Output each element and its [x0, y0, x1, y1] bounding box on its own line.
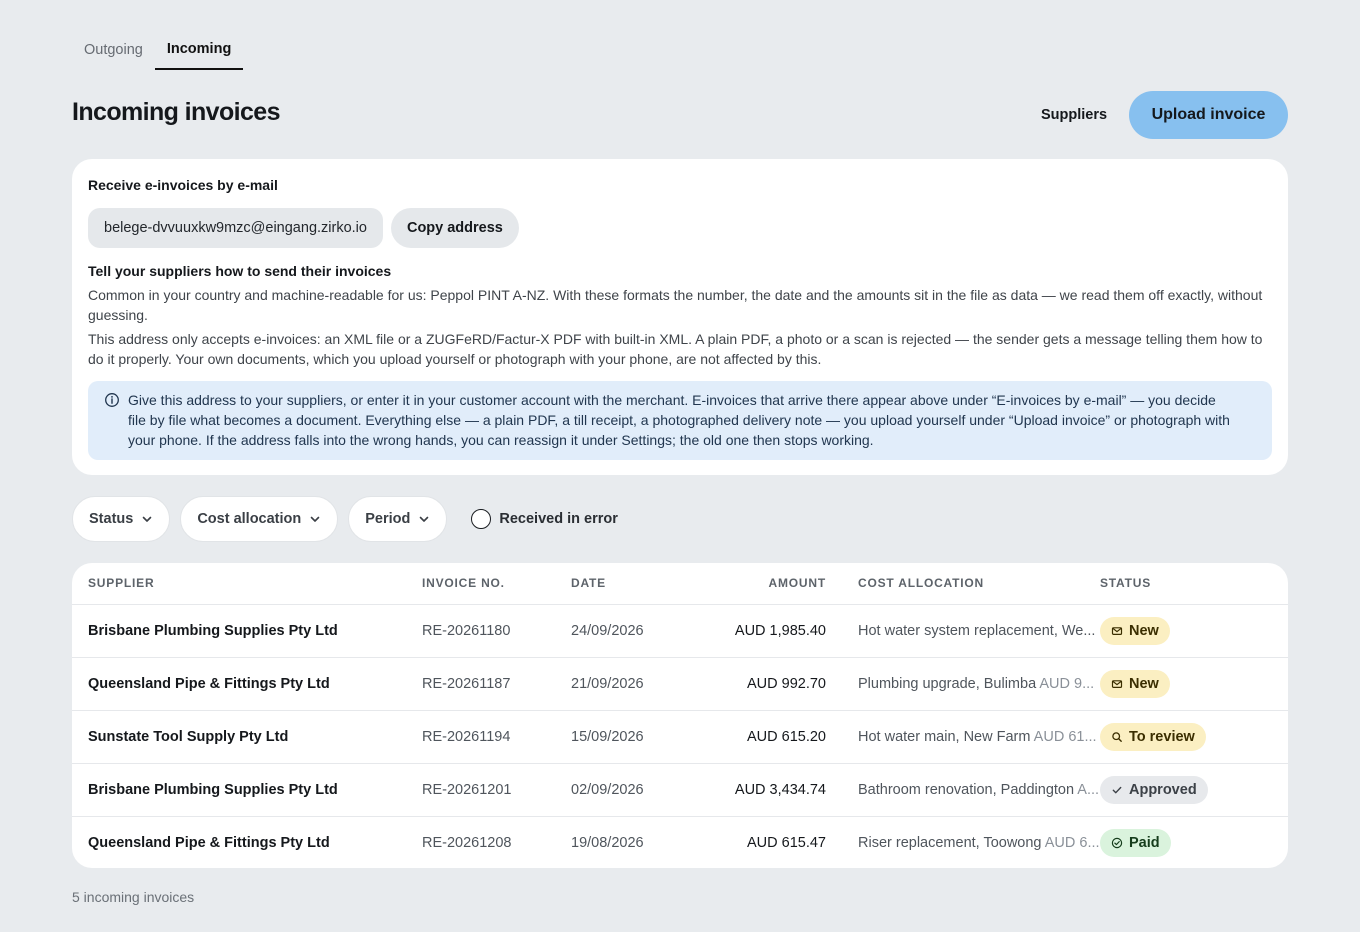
check-icon: [1112, 786, 1122, 793]
mail-icon: [1111, 626, 1123, 635]
status-badge-label: Approved: [1129, 781, 1197, 798]
amount-cell: AUD 1,985.40: [686, 604, 826, 658]
status-badge: New: [1100, 669, 1170, 698]
status-badge: Approved: [1100, 775, 1208, 804]
status-cell: Paid: [1100, 816, 1288, 868]
mail-icon: [1111, 679, 1123, 688]
table-row[interactable]: Queensland Pipe & Fittings Pty Ltd RE-20…: [72, 816, 1288, 868]
email-card-heading: Receive e-invoices by e-mail: [88, 177, 278, 193]
status-cell: New: [1100, 604, 1288, 658]
info-circle-icon: [105, 393, 119, 407]
chevron-down-icon: [310, 516, 320, 522]
received-in-error-checkbox[interactable]: [471, 509, 492, 529]
date-cell: 21/09/2026: [571, 657, 686, 711]
status-filter-label: Status: [89, 511, 134, 527]
tab-incoming[interactable]: Incoming: [154, 30, 244, 70]
status-badge-label: New: [1129, 622, 1159, 639]
status-filter[interactable]: Status: [72, 496, 171, 542]
date-cell: 24/09/2026: [571, 604, 686, 658]
status-badge-label: New: [1129, 675, 1159, 692]
filter-bar: Status Cost allocation Period Received i…: [72, 496, 618, 542]
amount-cell: AUD 992.70: [686, 657, 826, 711]
search-icon: [1112, 731, 1122, 742]
cost-allocation-cell: Bathroom renovation, Paddington A...: [826, 763, 1100, 817]
cost-allocation-text: Hot water system replacement, We...: [858, 622, 1096, 639]
cost-allocation-text: Hot water main, New Farm: [858, 728, 1031, 745]
column-header-amount[interactable]: AMOUNT: [686, 563, 826, 605]
cost-allocation-amount: AUD 6...: [1044, 834, 1100, 851]
invoice-count: 5 incoming invoices: [72, 889, 195, 905]
cost-allocation-amount: AUD 61...: [1033, 728, 1097, 745]
status-cell: To review: [1100, 710, 1288, 764]
status-badge: Paid: [1100, 828, 1171, 857]
invoices-table: SUPPLIER INVOICE NO. DATE AMOUNT COST AL…: [72, 563, 1288, 868]
supplier-cell: Queensland Pipe & Fittings Pty Ltd: [72, 657, 422, 711]
supplier-cell: Sunstate Tool Supply Pty Ltd: [72, 710, 422, 764]
invoice-number-cell: RE-20261208: [422, 834, 512, 851]
date-cell: 02/09/2026: [571, 763, 686, 817]
cost-allocation-cell: Hot water system replacement, We...: [826, 604, 1100, 658]
column-header-invoice-no[interactable]: INVOICE NO.: [422, 563, 571, 605]
cost-allocation-filter[interactable]: Cost allocation: [180, 496, 339, 542]
date-cell: 15/09/2026: [571, 710, 686, 764]
chevron-down-icon: [143, 516, 152, 522]
table-header-row: SUPPLIER INVOICE NO. DATE AMOUNT COST AL…: [72, 563, 1288, 605]
received-in-error-toggle[interactable]: Received in error: [471, 509, 618, 529]
cost-allocation-text: Bathroom renovation, Paddington: [858, 781, 1075, 798]
received-in-error-label: Received in error: [499, 511, 618, 527]
status-badge-label: Paid: [1129, 834, 1160, 851]
amount-cell: AUD 3,434.74: [686, 763, 826, 817]
amount-cell: AUD 615.47: [747, 834, 826, 851]
column-header-cost-allocation[interactable]: COST ALLOCATION: [826, 563, 1100, 605]
cost-allocation-cell: Plumbing upgrade, Bulimba AUD 9...: [826, 657, 1100, 711]
invoice-number-cell: RE-20261201: [422, 763, 571, 817]
cost-allocation-filter-label: Cost allocation: [197, 511, 302, 527]
tab-outgoing[interactable]: Outgoing: [72, 30, 155, 70]
table-row[interactable]: Brisbane Plumbing Supplies Pty Ltd RE-20…: [72, 763, 1288, 817]
cost-allocation-text: Plumbing upgrade, Bulimba: [858, 675, 1037, 692]
formats-paragraph: Common in your country and machine-reada…: [88, 287, 1263, 323]
column-header-status[interactable]: STATUS: [1100, 563, 1288, 605]
copy-address-button[interactable]: Copy address: [390, 208, 519, 248]
table-row[interactable]: Sunstate Tool Supply Pty Ltd RE-20261194…: [72, 710, 1288, 764]
status-cell: New: [1100, 657, 1288, 711]
status-badge: To review: [1100, 722, 1206, 751]
instructions-heading: Tell your suppliers how to send their in…: [88, 263, 392, 279]
cost-allocation-cell: Riser replacement, Toowong AUD 6...: [826, 816, 1100, 868]
supplier-cell: Brisbane Plumbing Supplies Pty Ltd: [72, 604, 422, 658]
upload-invoice-button[interactable]: Upload invoice: [1129, 91, 1288, 139]
status-cell: Approved: [1100, 763, 1288, 817]
period-filter[interactable]: Period: [348, 496, 448, 542]
supplier-cell: Brisbane Plumbing Supplies Pty Ltd: [72, 763, 422, 817]
date-cell: 19/08/2026: [571, 834, 644, 851]
check-circle-icon: [1111, 837, 1123, 848]
address-row: belege-dvvuuxkw9mzc@eingang.zirko.io Cop…: [88, 208, 1272, 248]
invoices-table-card: SUPPLIER INVOICE NO. DATE AMOUNT COST AL…: [72, 563, 1288, 868]
email-address-field[interactable]: belege-dvvuuxkw9mzc@eingang.zirko.io: [88, 208, 383, 248]
invoice-tabs: Outgoing Incoming: [72, 30, 244, 70]
cost-allocation-cell: Hot water main, New Farm AUD 61...: [826, 710, 1100, 764]
invoice-number-cell: RE-20261194: [422, 710, 571, 764]
email-receive-card: Receive e-invoices by e-mail belege-dvvu…: [72, 159, 1288, 475]
cost-allocation-text: Riser replacement, Toowong: [858, 834, 1042, 851]
cost-allocation-amount: A...: [1077, 781, 1100, 798]
status-badge: New: [1100, 616, 1170, 645]
suppliers-button[interactable]: Suppliers: [1030, 98, 1118, 132]
chevron-down-icon: [420, 516, 429, 522]
info-callout: Give this address to your suppliers, or …: [88, 381, 1272, 460]
period-filter-label: Period: [365, 511, 411, 527]
supplier-cell: Queensland Pipe & Fittings Pty Ltd: [88, 834, 330, 851]
table-row[interactable]: Queensland Pipe & Fittings Pty Ltd RE-20…: [72, 657, 1288, 711]
cost-allocation-amount: AUD 9...: [1039, 675, 1095, 692]
accepted-files-paragraph: This address only accepts e-invoices: an…: [88, 331, 1263, 367]
info-callout-text: Give this address to your suppliers, or …: [128, 392, 1230, 448]
column-header-date[interactable]: DATE: [571, 563, 686, 605]
invoice-number-cell: RE-20261187: [422, 657, 571, 711]
table-row[interactable]: Brisbane Plumbing Supplies Pty Ltd RE-20…: [72, 604, 1288, 658]
page-title: Incoming invoices: [72, 98, 281, 126]
column-header-supplier[interactable]: SUPPLIER: [72, 563, 422, 605]
amount-cell: AUD 615.20: [686, 710, 826, 764]
invoice-number-cell: RE-20261180: [422, 604, 571, 658]
status-badge-label: To review: [1129, 728, 1195, 745]
